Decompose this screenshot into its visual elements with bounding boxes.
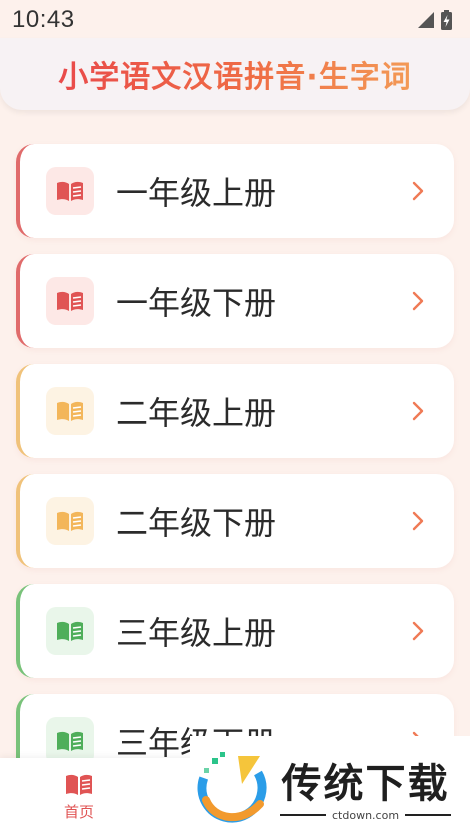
app-header: 小学语文汉语拼音·生字词 bbox=[0, 38, 470, 110]
chevron-right-icon bbox=[412, 291, 424, 311]
book-icon bbox=[57, 511, 83, 531]
grade-item[interactable]: 一年级下册 bbox=[16, 254, 454, 348]
book-icon-box bbox=[46, 387, 94, 435]
chevron-right-icon bbox=[412, 621, 424, 641]
grade-item-label: 二年级上册 bbox=[116, 394, 277, 432]
grade-item[interactable]: 二年级下册 bbox=[16, 474, 454, 568]
book-icon-box bbox=[46, 167, 94, 215]
battery-icon bbox=[441, 10, 452, 30]
grade-item-label: 三年级上册 bbox=[116, 614, 277, 652]
chevron-right-icon bbox=[412, 181, 424, 201]
page-title: 小学语文汉语拼音·生字词 bbox=[58, 52, 411, 96]
watermark-url: ctdown.com bbox=[332, 808, 400, 822]
book-icon-box bbox=[46, 277, 94, 325]
book-icon bbox=[66, 774, 92, 795]
ctdown-logo-icon bbox=[197, 752, 267, 823]
nav-home-tab[interactable]: 首页 bbox=[46, 758, 112, 836]
signal-icon bbox=[418, 12, 434, 28]
watermark-main: 传统下载 bbox=[281, 760, 450, 807]
chevron-right-icon bbox=[412, 511, 424, 531]
grade-item-label: 一年级上册 bbox=[116, 174, 277, 212]
book-icon bbox=[57, 731, 83, 751]
book-icon-box bbox=[46, 607, 94, 655]
book-icon bbox=[57, 401, 83, 421]
status-bar: 10:43 bbox=[0, 0, 470, 40]
book-icon bbox=[57, 181, 83, 201]
status-icons bbox=[417, 10, 452, 30]
chevron-right-icon bbox=[412, 401, 424, 421]
grade-item-label: 一年级下册 bbox=[116, 284, 277, 322]
grade-item[interactable]: 三年级上册 bbox=[16, 584, 454, 678]
grade-list: 一年级上册 一年级下册 二年级上册 二年级下册 三年级上册 bbox=[16, 144, 454, 804]
book-icon bbox=[57, 621, 83, 641]
grade-item[interactable]: 二年级上册 bbox=[16, 364, 454, 458]
grade-item[interactable]: 一年级上册 bbox=[16, 144, 454, 238]
book-icon bbox=[57, 291, 83, 311]
watermark: 传统下载 ctdown.com bbox=[190, 736, 470, 836]
watermark-sub: ctdown.com bbox=[280, 808, 452, 822]
nav-home-label: 首页 bbox=[63, 802, 94, 821]
grade-item-label: 二年级下册 bbox=[116, 504, 277, 542]
book-icon-box bbox=[46, 497, 94, 545]
watermark-text: 传统下载 ctdown.com bbox=[280, 751, 452, 822]
status-time: 10:43 bbox=[12, 6, 75, 33]
